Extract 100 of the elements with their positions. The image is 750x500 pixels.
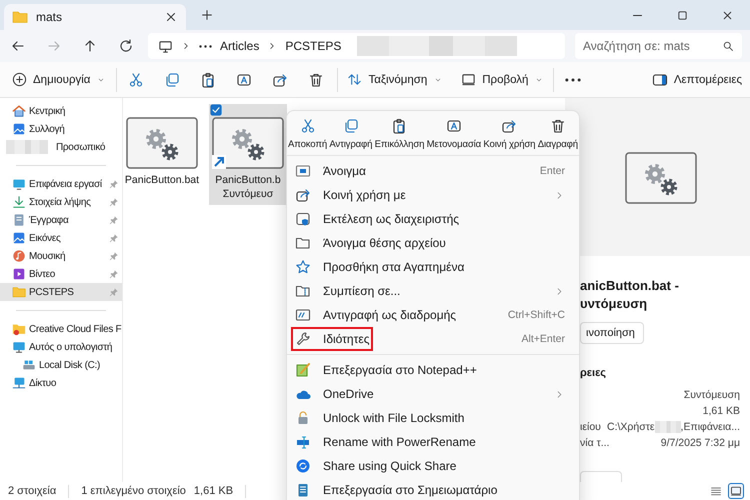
paste-icon (391, 118, 408, 134)
share-icon (295, 187, 311, 203)
folder-icon (12, 285, 26, 299)
sidebar-item[interactable]: Έγγραφα (0, 211, 122, 229)
music-note-icon (12, 249, 26, 263)
window-icon (295, 163, 311, 179)
sidebar-item[interactable]: Συλλογή (0, 120, 122, 138)
menu-item[interactable]: Αντιγραφή ως διαδρομής Ctrl+Shift+C (287, 303, 579, 327)
menu-item[interactable]: Εκτέλεση ως διαχειριστής (287, 207, 579, 231)
paste-button[interactable]: Επικόλληση (374, 118, 424, 150)
menu-item[interactable]: Άνοιγμα θέσης αρχείου (287, 231, 579, 255)
sidebar-item[interactable]: Μουσική (0, 247, 122, 265)
wrench-icon (295, 331, 311, 347)
rename-icon (295, 434, 311, 450)
menu-item[interactable]: Επεξεργασία στο Σημειωματάριο (287, 478, 579, 500)
details-button[interactable]: ινοποίηση (580, 322, 644, 344)
rename-button[interactable]: Μετονομασία (426, 118, 482, 150)
sidebar-item[interactable]: Creative Cloud Files F (0, 320, 122, 338)
property-value: 1,61 KB (702, 405, 740, 417)
sort-button[interactable]: Ταξινόμηση (343, 66, 448, 94)
checkbox[interactable] (210, 104, 222, 116)
close-icon[interactable] (164, 10, 178, 24)
share-button[interactable]: Κοινή χρήση (483, 118, 536, 150)
delete-button[interactable]: Διαγραφή (538, 118, 578, 150)
rename-icon (446, 118, 462, 134)
gear-file-drawing (126, 117, 198, 169)
sidebar-item[interactable]: PCSTEPS (0, 283, 122, 301)
sidebar-item[interactable]: Βίντεο (0, 265, 122, 283)
shield-icon (295, 211, 311, 227)
selection-count: 1 επιλεγμένο στοιχείο (81, 485, 186, 497)
menu-item[interactable]: OneDrive (287, 382, 579, 406)
shortcut-label: Alt+Enter (522, 333, 565, 345)
maximize-icon[interactable] (676, 8, 689, 22)
breadcrumb-item[interactable]: Articles (220, 39, 260, 53)
sidebar-item[interactable]: Προσωπικό (0, 138, 122, 156)
menu-item[interactable]: Προσθήκη στα Αγαπημένα (287, 255, 579, 279)
ellipsis-icon[interactable] (199, 44, 212, 48)
menu-item[interactable]: Rename with PowerRename (287, 430, 579, 454)
copy-button[interactable]: Αντιγραφή (329, 118, 372, 150)
copy-icon (164, 72, 180, 88)
share-icon (272, 72, 288, 88)
plus-circle-icon (12, 72, 27, 87)
file-item[interactable]: PanicButton.bat (123, 104, 201, 191)
menu-item[interactable]: Επεξεργασία στο Notepad++ (287, 358, 579, 382)
blurred-region (6, 140, 48, 154)
file-item[interactable]: PanicButton.b Συντόμευσ (209, 104, 287, 205)
ellipsis-icon (565, 78, 582, 82)
property-label: ιείου (580, 421, 601, 433)
property-value: 9/7/2025 7:32 μμ (660, 437, 740, 449)
details-pane-icon (652, 72, 668, 88)
menu-item[interactable]: Share using Quick Share (287, 454, 579, 478)
monitor-icon (461, 72, 476, 87)
gear-file-drawing (624, 152, 696, 204)
blurred-region (654, 421, 681, 433)
monitor-icon (12, 340, 26, 354)
menu-item[interactable]: Άνοιγμα Enter (287, 159, 579, 183)
preview-view-icon (730, 485, 742, 497)
menu-item[interactable]: Ιδιότητες Alt+Enter (287, 327, 579, 351)
refresh-icon[interactable] (118, 38, 134, 54)
sidebar-item[interactable]: Εικόνες (0, 229, 122, 247)
sidebar-item[interactable]: Κεντρική (0, 102, 122, 120)
shortcut-label: Ctrl+Shift+C (508, 309, 565, 321)
shortcut-label: Enter (540, 165, 565, 177)
monitor-icon[interactable] (158, 38, 173, 54)
section-heading: ρειες (580, 366, 608, 380)
sidebar-item[interactable]: Αυτός ο υπολογιστή (0, 338, 122, 356)
view-button[interactable]: Προβολή (457, 66, 548, 94)
search-field[interactable]: Αναζήτηση σε: mats (575, 33, 742, 59)
folder-icon (12, 322, 26, 336)
new-button[interactable]: Δημιουργία (8, 66, 110, 94)
window-title: mats (36, 10, 64, 24)
zip-folder-icon (295, 283, 311, 299)
menu-item[interactable]: Συμπίεση σε... (287, 279, 579, 303)
paste-icon (200, 72, 216, 88)
drive-icon (22, 358, 36, 372)
sidebar-item[interactable]: Δίκτυο (0, 374, 122, 392)
new-tab-icon[interactable] (200, 8, 214, 22)
window-tab[interactable]: mats (4, 4, 186, 30)
sidebar-item[interactable]: Στοιχεία λήψης (0, 193, 122, 211)
network-icon (12, 376, 26, 390)
preview-view-button[interactable] (728, 483, 744, 499)
item-count: 2 στοιχεία (8, 485, 56, 497)
share-circle-icon (295, 458, 311, 474)
sidebar-item[interactable]: Επιφάνεια εργασί (0, 175, 122, 193)
picture-icon (12, 231, 26, 245)
notepad-icon (295, 362, 311, 378)
property-label: νία τ... (580, 437, 610, 449)
menu-item[interactable]: Κοινή χρήση με (287, 183, 579, 207)
cut-button[interactable]: Αποκοπή (288, 118, 328, 150)
details-pane-button[interactable]: Λεπτομέρειες (648, 66, 746, 94)
sort-arrows-icon (347, 72, 362, 87)
download-icon (12, 195, 26, 209)
sidebar-item[interactable]: Local Disk (C:) (0, 356, 122, 374)
breadcrumb-item[interactable]: PCSTEPS (285, 39, 342, 53)
folder-icon (12, 9, 28, 25)
breadcrumb-bar[interactable]: Articles PCSTEPS (148, 33, 565, 59)
menu-item[interactable]: Unlock with File Locksmith (287, 406, 579, 430)
details-title: anicButton.bat - υντόμευση (580, 277, 680, 313)
copy-icon (342, 118, 359, 134)
delete-icon (550, 118, 566, 134)
